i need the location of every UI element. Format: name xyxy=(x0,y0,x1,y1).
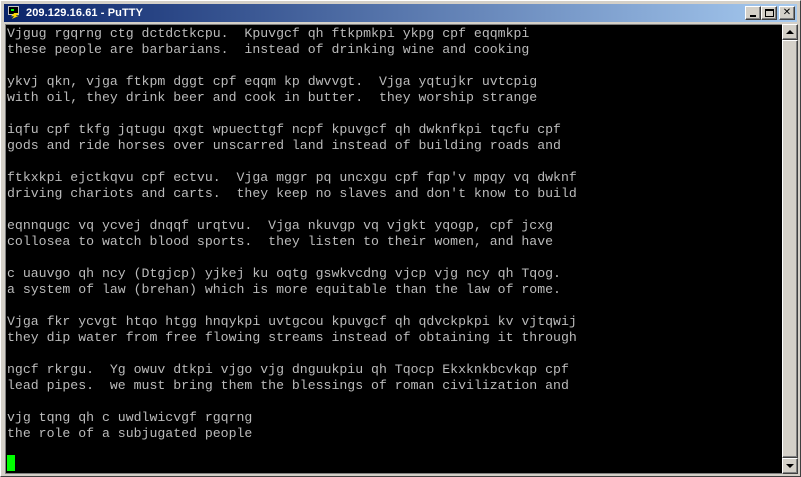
terminal-line: Vjgug rgqrng ctg dctdctkcpu. Kpuvgcf qh … xyxy=(7,26,530,41)
terminal-line: the role of a subjugated people xyxy=(7,426,253,441)
terminal-line: ykvj qkn, vjga ftkpm dggt cpf eqqm kp dw… xyxy=(7,74,538,89)
terminal-line: ngcf rkrgu. Yg owuv dtkpi vjgo vjg dnguu… xyxy=(7,362,569,377)
scroll-down-button[interactable] xyxy=(782,458,798,474)
terminal-line: lead pipes. we must bring them the bless… xyxy=(7,378,569,393)
arrow-down-icon xyxy=(786,464,794,468)
close-button[interactable]: ✕ xyxy=(779,6,795,20)
close-icon: ✕ xyxy=(782,7,792,18)
terminal-line: they dip water from free flowing streams… xyxy=(7,330,577,345)
terminal-line: driving chariots and carts. they keep no… xyxy=(7,186,577,201)
vertical-scrollbar[interactable] xyxy=(782,24,798,474)
terminal-line: Vjga fkr ycvgt htqo htgg hnqykpi uvtgcou… xyxy=(7,314,577,329)
putty-icon[interactable] xyxy=(6,5,22,21)
terminal-line: with oil, they drink beer and cook in bu… xyxy=(7,90,538,105)
terminal-line: eqnnqugc vq ycvej dnqqf urqtvu. Vjga nku… xyxy=(7,218,554,233)
maximize-icon xyxy=(764,9,774,17)
maximize-button[interactable] xyxy=(761,6,777,20)
window-title: 209.129.16.61 - PuTTY xyxy=(26,7,144,19)
terminal-cursor xyxy=(7,455,15,471)
minimize-button[interactable] xyxy=(745,6,761,20)
terminal-output: Vjgug rgqrng ctg dctdctkcpu. Kpuvgcf qh … xyxy=(6,25,782,442)
terminal-line: ftkxkpi ejctkqvu cpf ectvu. Vjga mggr pq… xyxy=(7,170,577,185)
scroll-thumb[interactable] xyxy=(782,40,798,458)
terminal-line: gods and ride horses over unscarred land… xyxy=(7,138,561,153)
terminal-area[interactable]: Vjgug rgqrng ctg dctdctkcpu. Kpuvgcf qh … xyxy=(5,24,782,474)
terminal-line: iqfu cpf tkfg jqtugu qxgt wpuecttgf ncpf… xyxy=(7,122,561,137)
title-bar[interactable]: 209.129.16.61 - PuTTY ✕ xyxy=(4,4,797,22)
terminal-line: c uauvgo qh ncy (Dtgjcp) yjkej ku oqtg g… xyxy=(7,266,561,281)
terminal-line: vjg tqng qh c uwdlwicvgf rgqrng xyxy=(7,410,253,425)
terminal-line: collosea to watch blood sports. they lis… xyxy=(7,234,554,249)
scroll-up-button[interactable] xyxy=(782,24,798,40)
minimize-icon xyxy=(750,15,756,17)
terminal-line: these people are barbarians. instead of … xyxy=(7,42,530,57)
putty-window: 209.129.16.61 - PuTTY ✕ Vjgug rgqrng ctg… xyxy=(0,0,801,477)
arrow-up-icon xyxy=(786,30,794,34)
terminal-line: a system of law (brehan) which is more e… xyxy=(7,282,561,297)
